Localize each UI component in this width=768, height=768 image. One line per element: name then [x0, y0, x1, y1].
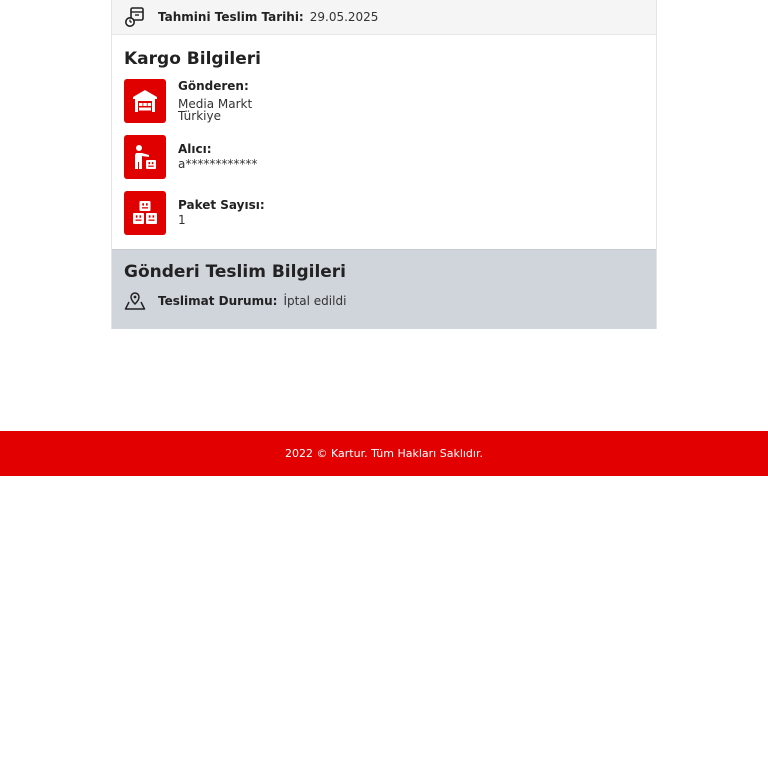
- package-count-label: Paket Sayısı:: [178, 198, 265, 212]
- receiver-item: Alıcı: a************: [124, 135, 644, 179]
- estimated-delivery-label: Tahmini Teslim Tarihi:: [158, 10, 304, 24]
- sender-value-line2: Türkiye: [178, 109, 221, 123]
- package-count-item: Paket Sayısı: 1: [124, 191, 644, 235]
- sender-label: Gönderen:: [178, 79, 249, 93]
- delivery-status-row: Teslimat Durumu: İptal edildi: [124, 290, 644, 312]
- sender-item: Gönderen: Media Markt Türkiye: [124, 79, 644, 123]
- map-pin-icon: [124, 290, 146, 312]
- package-count-value: 1: [178, 213, 186, 227]
- estimated-delivery-value: 29.05.2025: [309, 10, 379, 24]
- cargo-info-section: Kargo Bilgileri Gönderen: Media Markt Tü…: [112, 35, 656, 249]
- footer-copyright: 2022 © Kartur. Tüm Hakları Saklıdır.: [285, 447, 483, 460]
- delivery-status-label: Teslimat Durumu:: [158, 294, 278, 308]
- person-with-parcel-icon: [124, 135, 166, 179]
- delivery-status-value: İptal edildi: [283, 294, 347, 308]
- delivery-info-title: Gönderi Teslim Bilgileri: [124, 262, 347, 282]
- cargo-info-title: Kargo Bilgileri: [124, 49, 261, 69]
- shipment-card: Tahmini Teslim Tarihi: 29.05.2025 Kargo …: [111, 0, 657, 329]
- footer: 2022 © Kartur. Tüm Hakları Saklıdır.: [0, 431, 768, 476]
- stacked-boxes-icon: [124, 191, 166, 235]
- delivery-box-icon: [124, 6, 146, 28]
- delivery-info-section: Gönderi Teslim Bilgileri Teslimat Durumu…: [112, 249, 656, 329]
- receiver-label: Alıcı:: [178, 142, 212, 156]
- estimated-delivery-row: Tahmini Teslim Tarihi: 29.05.2025: [112, 0, 656, 35]
- warehouse-icon: [124, 79, 166, 123]
- receiver-value: a************: [178, 157, 258, 171]
